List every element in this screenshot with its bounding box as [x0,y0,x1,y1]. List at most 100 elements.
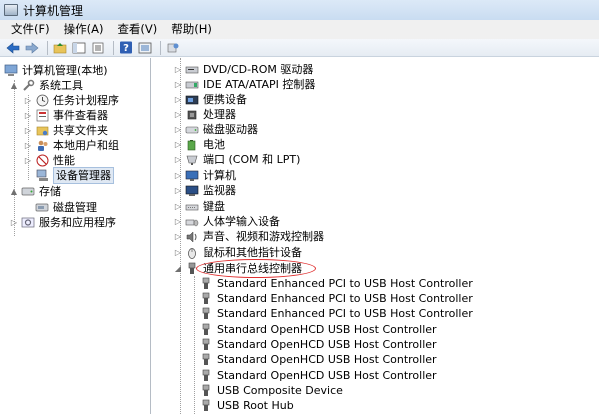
menu-file[interactable]: 文件(F) [4,20,57,39]
computer-management-icon [4,64,18,78]
collapsed-arrow-icon[interactable]: ▷ [174,199,182,214]
battery-icon [185,138,199,152]
event-viewer-icon [35,109,49,123]
device-category-keyboards[interactable]: ▷ 键盘 [174,199,225,214]
tree-item-storage[interactable]: ▲ 存储 [10,184,61,199]
console-view-icon[interactable] [137,41,153,55]
refresh-devices-icon[interactable] [165,41,181,55]
collapsed-arrow-icon[interactable]: ▷ [174,107,182,122]
device-category-disk-drives[interactable]: ▷ 磁盘驱动器 [174,122,258,137]
device-category-ports[interactable]: ▷ 端口 (COM 和 LPT) [174,152,300,167]
device-category-portable-devices[interactable]: ▷ 便携设备 [174,92,247,107]
tree-item-computer-management[interactable]: 计算机管理(本地) [4,63,108,78]
title-bar: 计算机管理 [0,0,599,20]
usb-device-icon [199,292,213,306]
collapsed-arrow-icon[interactable]: ▷ [174,77,182,92]
device-category-dvd-cdrom[interactable]: ▷ DVD/CD-ROM 驱动器 [174,62,313,77]
port-icon [185,153,199,167]
collapsed-arrow-icon[interactable]: ▷ [24,138,32,153]
usb-device-icon [199,277,213,291]
usb-device-item[interactable]: USB Root Hub [199,398,294,413]
disk-management-icon [35,201,49,215]
svg-text:?: ? [123,43,129,54]
collapsed-arrow-icon[interactable]: ▷ [24,153,32,168]
collapsed-arrow-icon[interactable]: ▷ [174,122,182,137]
tree-item-system-tools[interactable]: ▲ 系统工具 [10,78,83,93]
device-category-mice[interactable]: ▷ 鼠标和其他指针设备 [174,245,302,260]
collapsed-arrow-icon[interactable]: ▷ [174,245,182,260]
forward-arrow-icon[interactable] [24,41,40,55]
system-tools-icon [21,79,35,93]
monitor-icon [185,184,199,198]
shared-folder-icon [35,124,49,138]
tree-guide-line [14,80,15,236]
tree-item-services-applications[interactable]: ▷ 服务和应用程序 [10,215,116,230]
usb-device-item[interactable]: Standard Enhanced PCI to USB Host Contro… [199,276,473,291]
navigation-tree-pane[interactable]: 计算机管理(本地) ▲ 系统工具 ▷ 任务计划程序 ▷ 事件查看器 ▷ 共享文件… [0,58,151,414]
device-category-batteries[interactable]: ▷ 电池 [174,137,225,152]
toolbar-separator [160,40,161,55]
usb-device-item[interactable]: Standard OpenHCD USB Host Controller [199,337,437,352]
portable-device-icon [185,93,199,107]
device-category-ide-controllers[interactable]: ▷ IDE ATA/ATAPI 控制器 [174,77,315,92]
device-category-sound-video-game[interactable]: ▷ 声音、视频和游戏控制器 [174,229,324,244]
menu-bar: 文件(F) 操作(A) 查看(V) 帮助(H) [0,20,599,39]
dvd-drive-icon [185,63,199,77]
tree-item-local-users-groups[interactable]: ▷ 本地用户和组 [24,138,119,153]
expanded-arrow-icon[interactable]: ◢ [174,261,182,276]
disk-drive-icon [185,123,199,137]
device-category-computer[interactable]: ▷ 计算机 [174,168,236,183]
usb-device-item[interactable]: Standard Enhanced PCI to USB Host Contro… [199,306,473,321]
usb-device-icon [199,384,213,398]
tree-item-device-manager[interactable]: 设备管理器 [35,167,114,184]
computer-management-app-icon [4,4,18,16]
properties-icon[interactable] [90,41,106,55]
collapsed-arrow-icon[interactable]: ▷ [24,93,32,108]
help-icon[interactable]: ? [118,41,134,55]
window-title: 计算机管理 [23,3,84,18]
usb-device-icon [199,323,213,337]
tree-item-shared-folders[interactable]: ▷ 共享文件夹 [24,123,108,138]
collapsed-arrow-icon[interactable]: ▷ [24,123,32,138]
tree-item-disk-management[interactable]: 磁盘管理 [35,200,97,215]
device-category-hid[interactable]: ▷ 人体学输入设备 [174,214,280,229]
collapsed-arrow-icon[interactable]: ▷ [174,137,182,152]
up-folder-icon[interactable] [52,41,68,55]
tree-item-performance[interactable]: ▷ 性能 [24,153,75,168]
menu-help[interactable]: 帮助(H) [164,20,219,39]
device-tree-pane[interactable]: ▷ DVD/CD-ROM 驱动器 ▷ IDE ATA/ATAPI 控制器 ▷ 便… [152,58,599,414]
collapsed-arrow-icon[interactable]: ▷ [174,214,182,229]
usb-device-item[interactable]: Standard OpenHCD USB Host Controller [199,368,437,383]
menu-view[interactable]: 查看(V) [110,20,164,39]
collapsed-arrow-icon[interactable]: ▷ [24,108,32,123]
collapsed-arrow-icon[interactable]: ▷ [174,62,182,77]
usb-device-item[interactable]: Standard OpenHCD USB Host Controller [199,352,437,367]
back-arrow-icon[interactable] [5,41,21,55]
collapsed-arrow-icon[interactable]: ▷ [174,229,182,244]
usb-device-icon [199,369,213,383]
collapsed-arrow-icon[interactable]: ▷ [174,183,182,198]
device-category-monitors[interactable]: ▷ 监视器 [174,183,236,198]
usb-device-icon [199,399,213,413]
tree-guide-line [194,276,195,414]
storage-icon [21,185,35,199]
services-icon [21,216,35,230]
collapsed-arrow-icon[interactable]: ▷ [174,168,182,183]
tree-item-event-viewer[interactable]: ▷ 事件查看器 [24,108,108,123]
usb-device-item[interactable]: Standard Enhanced PCI to USB Host Contro… [199,291,473,306]
device-category-processors[interactable]: ▷ 处理器 [174,107,236,122]
usb-device-icon [199,338,213,352]
keyboard-icon [185,200,199,214]
expanded-arrow-icon[interactable]: ▲ [10,78,18,93]
expanded-arrow-icon[interactable]: ▲ [10,184,18,199]
usb-device-item[interactable]: USB Composite Device [199,383,343,398]
collapsed-arrow-icon[interactable]: ▷ [174,152,182,167]
menu-action[interactable]: 操作(A) [57,20,111,39]
toolbar: ? [0,39,599,57]
tree-item-task-scheduler[interactable]: ▷ 任务计划程序 [24,93,119,108]
show-hide-tree-icon[interactable] [71,41,87,55]
users-icon [35,139,49,153]
usb-device-item[interactable]: Standard OpenHCD USB Host Controller [199,322,437,337]
collapsed-arrow-icon[interactable]: ▷ [174,92,182,107]
collapsed-arrow-icon[interactable]: ▷ [10,215,18,230]
